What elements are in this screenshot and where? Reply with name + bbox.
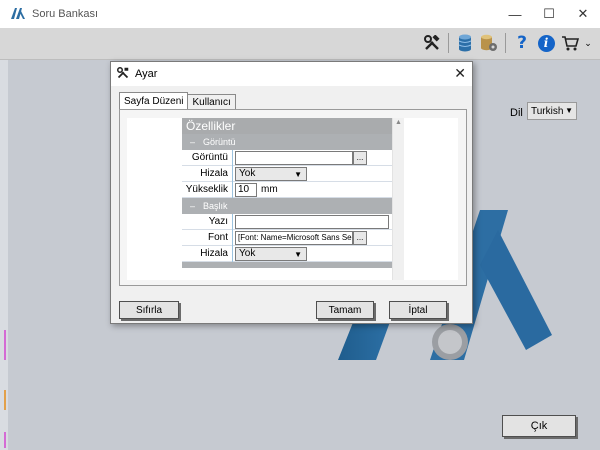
info-icon[interactable]: i [536,32,556,54]
app-title: Soru Bankası [32,8,99,20]
property-row: Hizala Yok ▼ [182,165,392,182]
toolbar-overflow-icon[interactable]: ⌄ [584,32,592,54]
app-titlebar: Soru Bankası — ☐ ✕ [0,0,600,28]
exit-button[interactable]: Çık [502,415,576,437]
close-dialog-button[interactable]: ✕ [454,65,466,82]
language-select[interactable]: Turkish ▼ [527,102,577,120]
chevron-down-icon: ▼ [294,169,302,179]
category-label: Başlık [203,201,228,211]
property-row: Görüntü ... [182,149,392,166]
toolbar-separator [448,33,449,53]
property-row: Font [Font: Name=Microsoft Sans Serif, S… [182,229,392,246]
image-field[interactable] [235,150,353,165]
database-settings-icon[interactable] [479,32,499,54]
tab-page-layout[interactable]: Sayfa Düzeni [119,92,189,110]
height-input[interactable]: 10 [235,182,257,197]
title-align-select[interactable]: Yok ▼ [235,246,307,261]
property-name: Görüntü [191,152,228,163]
tab-panel: Özellikler – Görüntü Görüntü ... Hizala [119,109,467,286]
database-icon[interactable] [455,32,475,54]
property-grid-scrollbar[interactable]: ▲ [392,118,404,280]
app-logo-icon [10,6,26,22]
unit-label: mm [261,184,278,195]
category-label: Görüntü [203,137,236,147]
tools-icon[interactable] [422,32,442,54]
language-label: Dil [510,107,523,119]
font-browse-button[interactable]: ... [353,230,367,245]
toolbar: ? i ⌄ [0,28,600,60]
dialog-titlebar: Ayar ✕ [111,62,472,86]
collapse-icon[interactable]: – [190,201,195,211]
tab-user[interactable]: Kullanıcı [187,94,236,110]
font-field[interactable]: [Font: Name=Microsoft Sans Serif, S [235,230,353,245]
chevron-down-icon: ▼ [294,249,302,259]
cart-icon[interactable] [560,32,580,54]
property-name: Font [207,232,228,243]
property-name: Yükseklik [185,184,228,195]
collapse-icon[interactable]: – [190,137,195,147]
chevron-down-icon: ▼ [565,106,573,115]
minimize-button[interactable]: — [498,0,532,28]
close-window-button[interactable]: ✕ [566,0,600,28]
maximize-button[interactable]: ☐ [532,0,566,28]
property-name: Hizala [200,168,228,179]
tools-icon [117,66,129,82]
dialog-tabs: Sayfa Düzeni Kullanıcı [119,92,236,110]
property-name: Hizala [200,248,228,259]
property-grid: Özellikler – Görüntü Görüntü ... Hizala [182,118,392,280]
property-grid-area: Özellikler – Görüntü Görüntü ... Hizala [127,118,458,280]
property-grid-header: Özellikler [182,118,392,134]
property-name: Yazı [208,216,228,227]
category-display[interactable]: – Görüntü [182,134,392,150]
dialog-title: Ayar [135,68,158,80]
settings-dialog: Ayar ✕ Sayfa Düzeni Kullanıcı Özellikler… [110,61,473,324]
cancel-button[interactable]: İptal [389,301,447,319]
browse-button[interactable]: ... [353,150,367,165]
scroll-up-icon[interactable]: ▲ [395,119,402,126]
help-icon[interactable]: ? [512,32,532,54]
property-row: Yazı [182,213,392,230]
reset-button[interactable]: Sıfırla [119,301,179,319]
left-strip [0,60,8,450]
toolbar-separator [505,33,506,53]
text-field[interactable] [235,214,389,229]
property-row: Yükseklik 10 mm [182,181,392,198]
align-select[interactable]: Yok ▼ [235,166,307,181]
ok-button[interactable]: Tamam [316,301,374,319]
property-row: Hizala Yok ▼ [182,245,392,262]
category-title[interactable]: – Başlık [182,198,392,214]
